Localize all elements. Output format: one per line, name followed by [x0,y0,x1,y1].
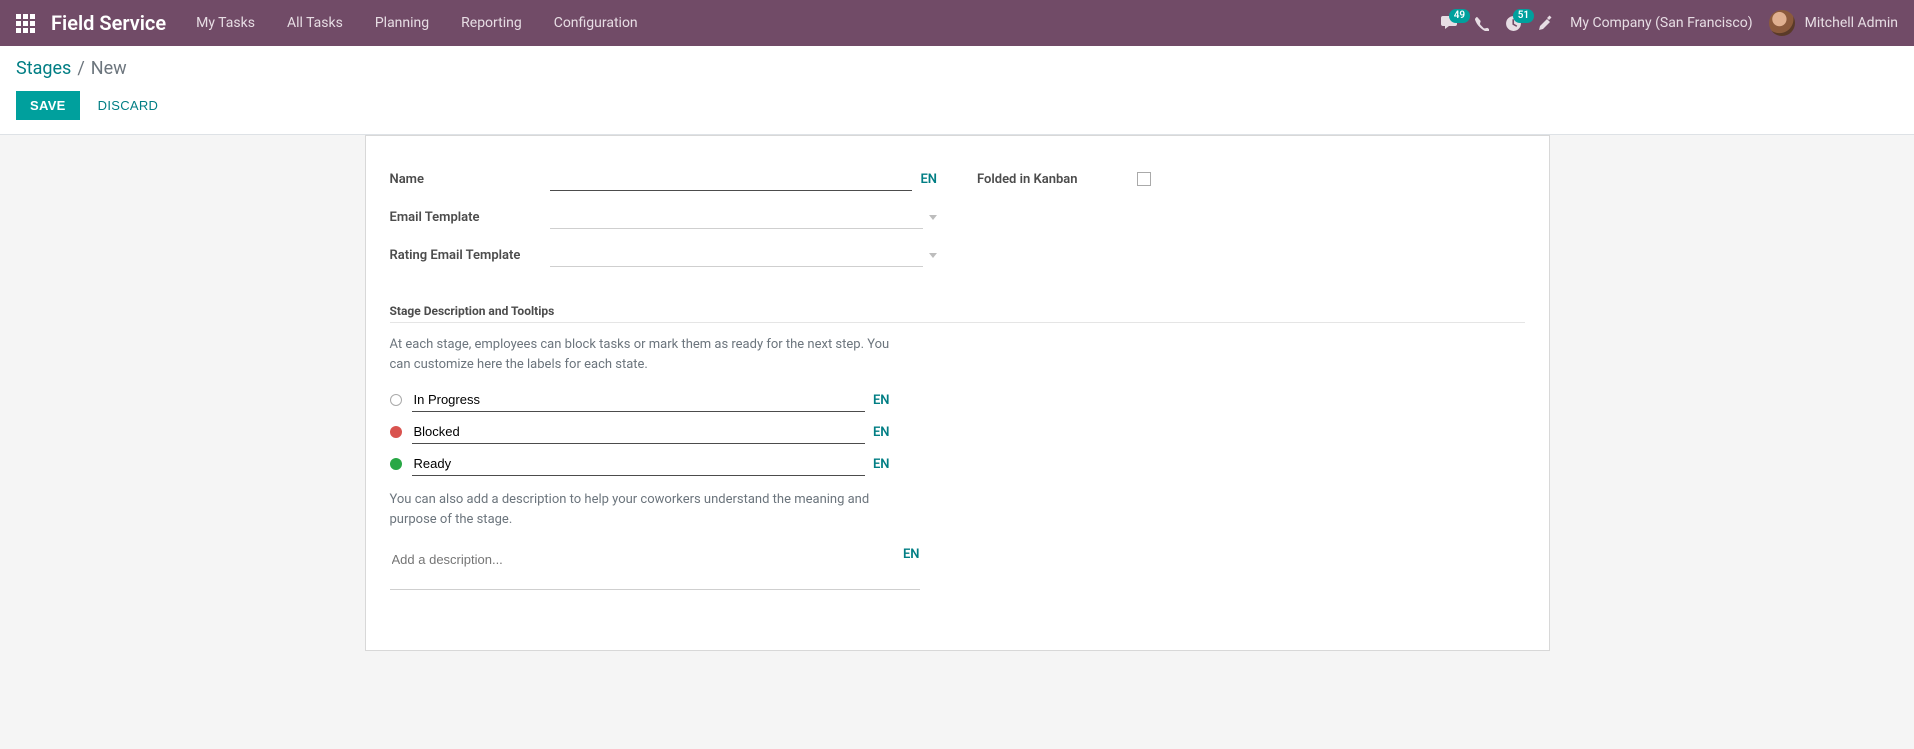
breadcrumb: Stages / New [16,58,1898,79]
description-input[interactable] [390,547,895,571]
chevron-down-icon[interactable] [929,215,937,220]
breadcrumb-separator: / [77,58,84,79]
nav-menu: My Tasks All Tasks Planning Reporting Co… [196,15,638,31]
navbar-left: Field Service My Tasks All Tasks Plannin… [16,11,1440,35]
control-bar: Stages / New SAVE DISCARD [0,46,1914,135]
nav-configuration[interactable]: Configuration [554,15,638,31]
name-lang-toggle[interactable]: EN [920,172,937,187]
activities-badge: 51 [1513,9,1534,23]
nav-my-tasks[interactable]: My Tasks [196,15,255,31]
state-dot-red [390,426,402,438]
state-row-inprogress: EN [390,388,890,412]
nav-all-tasks[interactable]: All Tasks [287,15,343,31]
state-lang-toggle[interactable]: EN [873,425,890,440]
app-brand[interactable]: Field Service [51,11,166,35]
form-right-column: Folded in Kanban [977,164,1525,278]
nav-reporting[interactable]: Reporting [461,15,522,31]
form-sheet: Name EN Email Template Rating Email Temp… [365,135,1550,651]
name-label: Name [390,172,550,187]
state-lang-toggle[interactable]: EN [873,393,890,408]
top-navbar: Field Service My Tasks All Tasks Plannin… [0,0,1914,46]
state-dot-grey [390,394,402,406]
name-input[interactable] [550,167,913,191]
rating-template-row: Rating Email Template [390,240,938,270]
state-row-blocked: EN [390,420,890,444]
form-columns: Name EN Email Template Rating Email Temp… [390,164,1525,278]
state-ready-input[interactable] [412,452,865,476]
rating-template-label: Rating Email Template [390,248,550,263]
apps-icon[interactable] [16,14,35,33]
avatar [1769,10,1795,36]
state-dot-green [390,458,402,470]
user-name: Mitchell Admin [1805,15,1898,31]
email-template-row: Email Template [390,202,938,232]
navbar-right: 49 51 My Company (San Francisco) Mitchel… [1440,10,1898,36]
email-template-input[interactable] [550,205,924,229]
section-help-2: You can also add a description to help y… [390,490,910,529]
company-selector[interactable]: My Company (San Francisco) [1570,15,1752,31]
messages-icon[interactable]: 49 [1440,15,1458,31]
settings-icon[interactable] [1538,15,1554,31]
user-menu[interactable]: Mitchell Admin [1769,10,1898,36]
description-row: EN [390,547,920,571]
state-row-ready: EN [390,452,890,476]
email-template-label: Email Template [390,210,550,225]
phone-icon[interactable] [1474,16,1489,31]
folded-row: Folded in Kanban [977,164,1525,194]
state-blocked-input[interactable] [412,420,865,444]
action-row: SAVE DISCARD [16,91,1898,120]
name-row: Name EN [390,164,938,194]
rating-template-input[interactable] [550,243,924,267]
activities-icon[interactable]: 51 [1505,15,1522,32]
section-help-1: At each stage, employees can block tasks… [390,335,910,374]
breadcrumb-current: New [91,58,127,79]
messages-badge: 49 [1449,9,1470,23]
description-underline [390,589,920,590]
description-lang-toggle[interactable]: EN [903,547,920,562]
section-title: Stage Description and Tooltips [390,304,1525,323]
nav-planning[interactable]: Planning [375,15,429,31]
save-button[interactable]: SAVE [16,91,80,120]
sheet-wrap: Name EN Email Template Rating Email Temp… [0,135,1914,691]
discard-button[interactable]: DISCARD [98,98,159,113]
folded-checkbox[interactable] [1137,172,1151,186]
folded-label: Folded in Kanban [977,172,1137,187]
breadcrumb-parent[interactable]: Stages [16,58,71,79]
state-inprogress-input[interactable] [412,388,865,412]
form-left-column: Name EN Email Template Rating Email Temp… [390,164,938,278]
chevron-down-icon[interactable] [929,253,937,258]
state-lang-toggle[interactable]: EN [873,457,890,472]
